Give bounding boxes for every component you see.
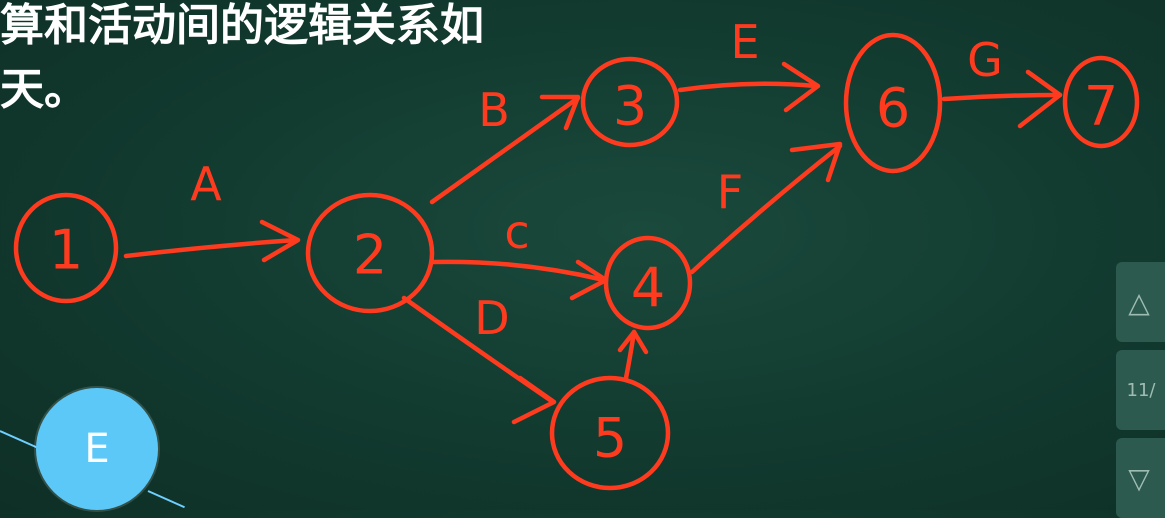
node-5-label: 5 — [593, 407, 627, 470]
scroll-up-button[interactable]: △ — [1116, 262, 1165, 342]
chevron-up-icon: △ — [1128, 285, 1150, 319]
activity-e-node[interactable]: E — [36, 388, 158, 510]
node-6-label: 6 — [876, 77, 910, 140]
activity-e-label: E — [730, 15, 759, 69]
scroll-down-button[interactable]: ▽ — [1116, 438, 1165, 518]
page-indicator: 11/ — [1126, 379, 1156, 401]
arrow-f — [689, 143, 843, 275]
activity-f-label: F — [717, 165, 743, 219]
activity-g-label: G — [967, 33, 1003, 87]
node-2-label: 2 — [353, 224, 387, 287]
arrow-g — [941, 92, 1063, 102]
activity-d-label: D — [474, 291, 509, 345]
chevron-down-icon: ▽ — [1128, 461, 1150, 495]
node-1-label: 1 — [49, 219, 83, 282]
network-diagram: 1 2 3 4 5 6 7 A B c D E F G — [13, 15, 1140, 491]
activity-a-label: A — [190, 157, 222, 211]
node-4-label: 4 — [631, 257, 665, 320]
arrow-g-head — [1017, 69, 1063, 129]
activity-c-label: c — [504, 205, 529, 259]
node-3-label: 3 — [613, 75, 647, 138]
activity-b-label: B — [478, 83, 510, 137]
arrow-d-head — [511, 375, 557, 425]
node-7-label: 7 — [1084, 75, 1118, 138]
arrow-e — [677, 81, 819, 93]
page-indicator-button[interactable]: 11/ — [1116, 350, 1165, 430]
